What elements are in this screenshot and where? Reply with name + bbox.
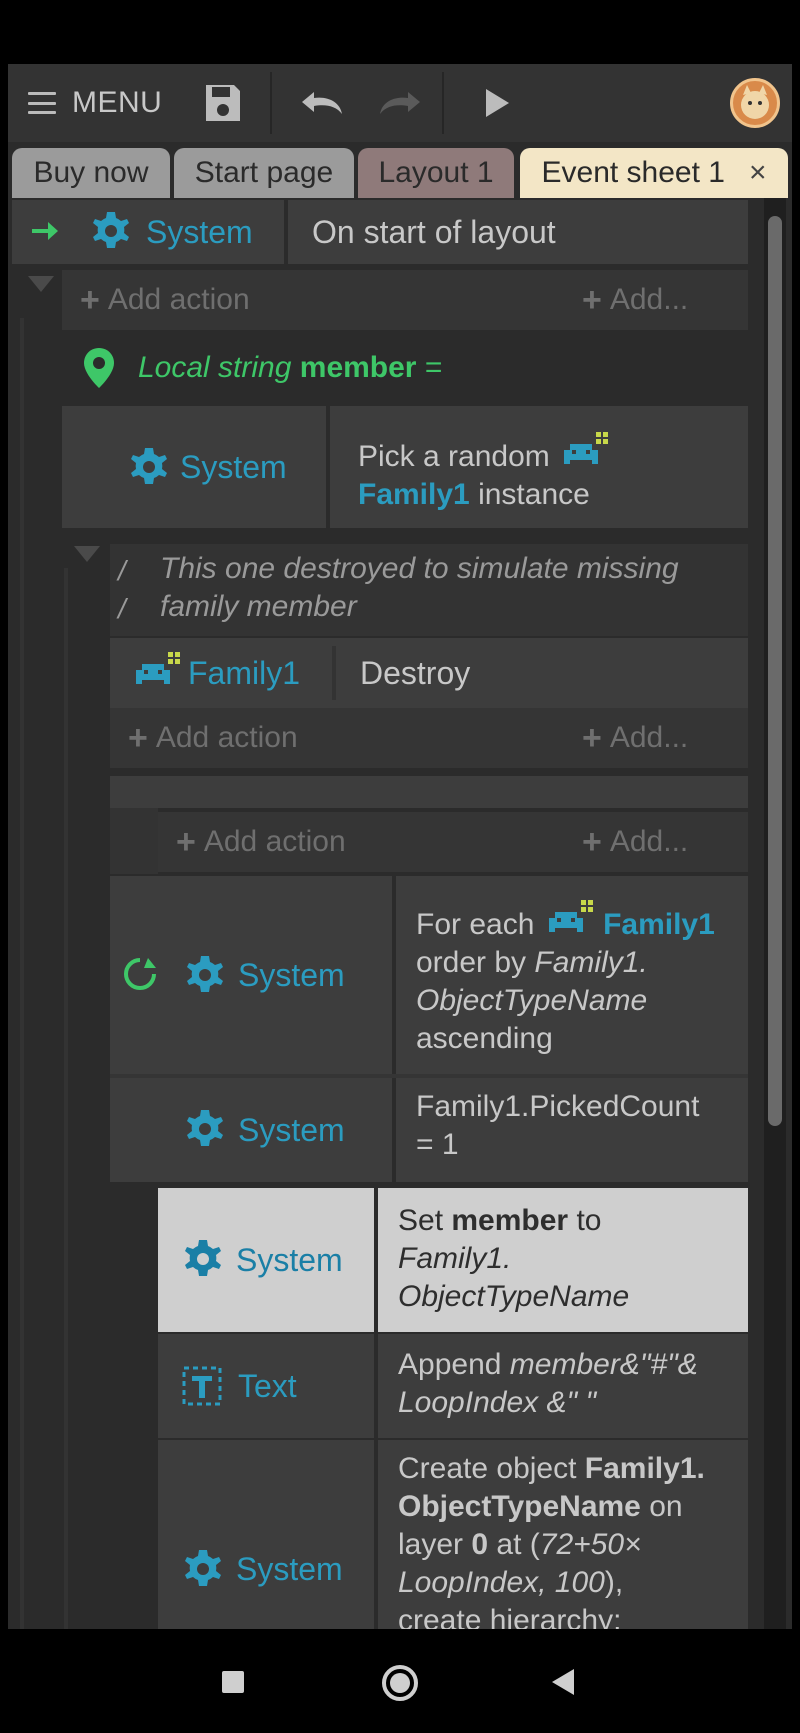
system-gear-icon [187, 1110, 223, 1146]
system-gear-icon [93, 212, 129, 248]
tab-label: Event sheet 1 [541, 156, 725, 189]
object-name: System [236, 1241, 343, 1278]
menu-button[interactable]: MENU [28, 64, 162, 142]
loop-icon [124, 958, 156, 990]
object-name: Text [238, 1367, 297, 1404]
tab-label: Buy now [33, 156, 149, 189]
tab-buy-now[interactable]: Buy now [12, 148, 170, 198]
add-action-row: + Add action + Add... [62, 270, 748, 330]
object-name: System [146, 213, 253, 250]
condition-text: On start of layout [312, 213, 556, 250]
tab-label: Start page [194, 156, 334, 189]
local-var-type: Local string [138, 351, 292, 384]
system-gear-icon [187, 956, 223, 992]
redo-button[interactable] [376, 64, 424, 142]
local-var-equals: = [424, 351, 443, 384]
tab-label: Layout 1 [378, 156, 494, 189]
system-gear-icon [131, 448, 167, 484]
action-text: Destroy [360, 654, 471, 691]
action-text: Create object Family1. ObjectTypeName on… [398, 1452, 705, 1629]
redo-icon [380, 92, 420, 114]
add-action-button[interactable]: + Add action [176, 812, 346, 872]
add-more-button[interactable]: + Add... [582, 270, 688, 330]
comment-slash-icon: / [118, 593, 126, 624]
action-text: Set member to Family1. ObjectTypeName [398, 1204, 630, 1313]
back-triangle-icon[interactable] [550, 1667, 576, 1702]
undo-button[interactable] [298, 64, 346, 142]
event-on-start-of-layout[interactable]: System On start of layout [12, 200, 748, 264]
family-invader-icon [548, 900, 593, 932]
system-gear-icon [185, 1240, 221, 1276]
action-text: Append member&"#"& LoopIndex &" " [398, 1348, 698, 1419]
family-invader-icon [564, 432, 609, 464]
condition-text: For each Family1 order by Family1. Objec… [416, 896, 736, 1058]
comment-text: This one destroyed to simulate missing fa… [160, 552, 679, 623]
location-pin-icon [84, 348, 114, 388]
family-invader-icon [136, 652, 180, 684]
tab-layout-1[interactable]: Layout 1 [358, 148, 514, 198]
system-navigation-bar [0, 1629, 800, 1733]
add-action-row: + Add action + Add... [158, 812, 748, 872]
avatar[interactable] [730, 78, 780, 128]
add-action-row: + Add action + Add... [110, 708, 748, 768]
add-action-button[interactable]: + Add action [128, 708, 298, 768]
object-name: Family1 [188, 654, 301, 691]
comment-slash-icon: / [118, 555, 126, 586]
empty-event[interactable] [110, 776, 748, 808]
local-variable-row[interactable]: Local string member = [62, 332, 748, 404]
event-pick-random[interactable]: System Pick a random Family1 instance [62, 406, 748, 528]
tab-event-sheet-1[interactable]: Event sheet 1 × [520, 148, 788, 198]
undo-icon [302, 92, 342, 114]
comment-block[interactable]: / / This one destroyed to simulate missi… [110, 544, 748, 636]
scrollbar[interactable] [768, 216, 782, 1126]
save-button[interactable] [204, 64, 242, 142]
action-family-destroy[interactable]: Family1 Destroy [110, 638, 748, 708]
add-more-button[interactable]: + Add... [582, 708, 688, 768]
local-var-name: member [299, 351, 417, 384]
object-name: System [238, 1111, 345, 1148]
home-circle-icon[interactable] [381, 1664, 419, 1702]
event-sheet: System On start of layout + Add action + A… [8, 198, 792, 1629]
toolbar: MENU [8, 64, 792, 142]
add-more-button[interactable]: + Add... [582, 812, 688, 872]
action-create-object[interactable]: System Create object Family1. ObjectType… [158, 1440, 748, 1629]
object-name: System [236, 1550, 343, 1587]
event-for-each[interactable]: System For each Family1 order by Family1… [110, 876, 748, 1182]
tab-start-page[interactable]: Start page [174, 148, 354, 198]
app-window: MENU Buy now Start page Layout 1 Event s… [8, 64, 792, 1629]
add-action-button[interactable]: + Add action [80, 270, 250, 330]
condition-text: Pick a random Family1 instance [358, 428, 728, 514]
recents-square-icon[interactable] [222, 1671, 244, 1693]
collapse-triangle-icon[interactable] [72, 544, 102, 564]
save-icon [206, 85, 240, 121]
action-set-member[interactable]: System Set member to Family1. ObjectType… [158, 1188, 748, 1332]
text-object-icon [182, 1366, 222, 1406]
trigger-arrow-icon [32, 222, 58, 240]
object-name: System [238, 956, 345, 993]
collapse-triangle-icon[interactable] [26, 274, 56, 294]
tab-bar: Buy now Start page Layout 1 Event sheet … [8, 142, 792, 198]
play-icon [486, 89, 509, 117]
object-name: System [180, 448, 287, 485]
condition-text: Family1.PickedCount = 1 [416, 1090, 700, 1161]
action-text-append[interactable]: Text Append member&"#"& LoopIndex &" " [158, 1334, 748, 1438]
system-gear-icon [185, 1550, 221, 1586]
play-button[interactable] [482, 64, 512, 142]
hamburger-icon [28, 92, 56, 114]
close-tab-icon[interactable]: × [749, 156, 767, 190]
menu-label: MENU [72, 86, 163, 119]
